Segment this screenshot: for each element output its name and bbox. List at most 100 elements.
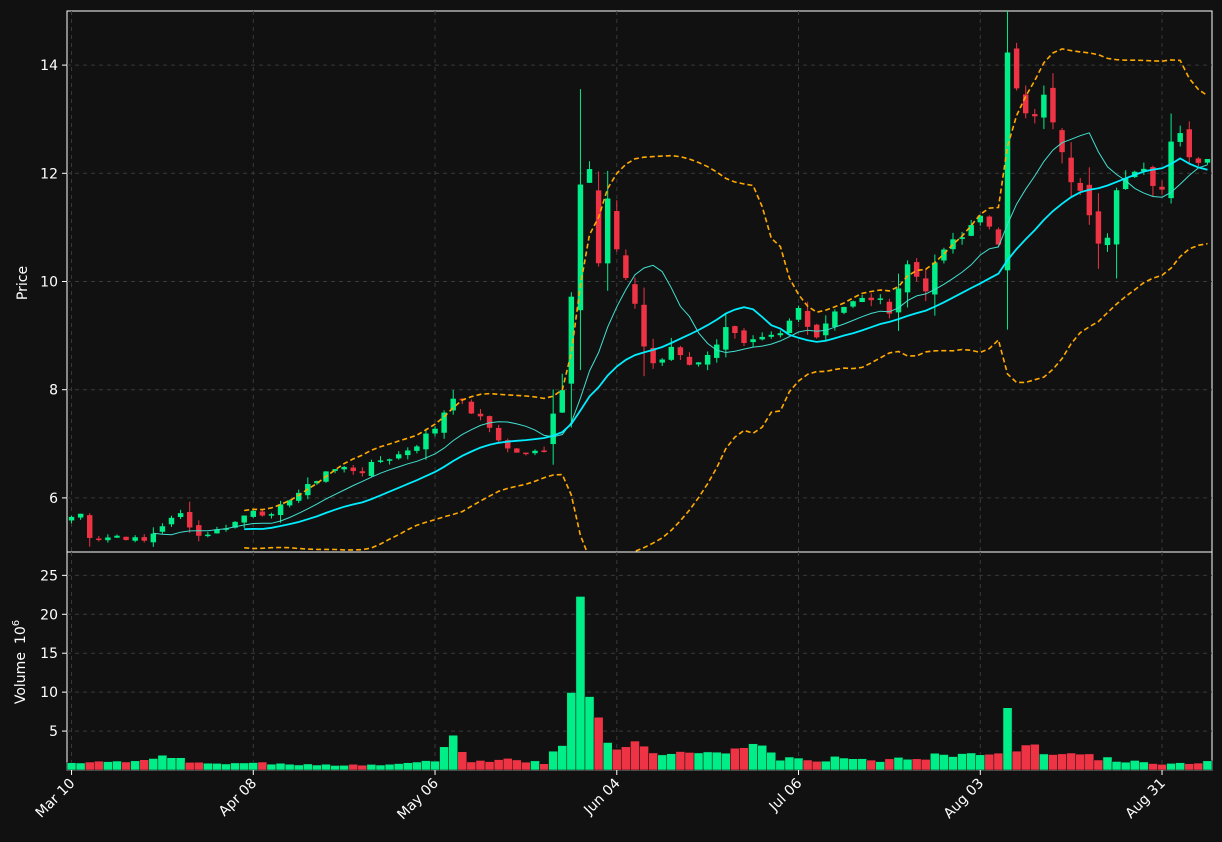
volume-bar — [648, 752, 658, 771]
candle-body — [595, 190, 602, 264]
volume-bar — [448, 734, 459, 771]
volume-bar — [348, 764, 359, 771]
volume-bar — [611, 749, 622, 771]
volume-bar — [84, 761, 95, 771]
volume-bar — [512, 759, 522, 771]
volume-bar — [384, 764, 395, 771]
candle-body — [1186, 129, 1193, 158]
candle-body — [641, 304, 647, 347]
volume-bar — [1048, 754, 1058, 771]
volume-bar — [739, 747, 749, 771]
candle-body — [68, 516, 75, 521]
volume-bar — [1102, 756, 1113, 771]
volume-bar — [1193, 762, 1204, 771]
candle-body — [523, 452, 529, 455]
volume-bar — [839, 757, 849, 771]
volume-bar — [621, 746, 631, 771]
volume-bar — [584, 696, 595, 771]
volume-bar — [402, 762, 413, 771]
lower-band-line — [244, 242, 1208, 552]
candle-body — [341, 466, 347, 470]
candle-body — [950, 239, 956, 250]
price-tick-label: 6 — [49, 491, 58, 507]
volume-bar — [275, 763, 286, 771]
candle-body — [123, 536, 129, 540]
candle-body — [1095, 211, 1102, 244]
volume-bar — [548, 750, 558, 771]
volume-bar — [357, 764, 368, 771]
candle-body — [986, 216, 993, 227]
volume-unit-base: 10 — [13, 626, 29, 644]
volume-bar — [702, 751, 713, 771]
price-panel: 6 8 10 12 14 Price — [15, 10, 1213, 553]
volume-bar — [1139, 761, 1149, 771]
candle-body — [632, 284, 638, 304]
volume-bar — [539, 763, 549, 771]
volume-bar — [484, 761, 495, 771]
volume-tick-label: 20 — [40, 607, 58, 623]
volume-bar — [1111, 761, 1122, 771]
x-tick-label: May 06 — [394, 775, 442, 823]
volume-bar — [793, 757, 804, 771]
volume-bar — [430, 760, 440, 771]
candle-body — [1041, 94, 1047, 118]
candle-body — [550, 413, 556, 445]
volume-tick-label: 15 — [40, 646, 58, 662]
volume-bar — [866, 759, 877, 771]
candle-body — [832, 311, 838, 327]
candle-body — [359, 471, 366, 474]
candle-body — [514, 448, 520, 453]
x-tick-label: Apr 08 — [216, 776, 260, 820]
volume-bar — [784, 756, 795, 771]
candle-body — [1032, 114, 1038, 117]
candle-body — [1068, 157, 1074, 183]
volume-bar — [693, 752, 704, 771]
candle-body — [350, 467, 356, 472]
candle-body — [532, 450, 538, 454]
candle-body — [1077, 182, 1083, 191]
volume-unit-power: 6 — [11, 620, 22, 626]
candle-body — [486, 416, 493, 428]
volume-bar — [948, 756, 958, 771]
volume-bar — [248, 762, 259, 771]
volume-bar — [830, 756, 840, 771]
candle-body — [132, 537, 138, 541]
candle-body — [1104, 237, 1111, 246]
volume-bar — [203, 762, 213, 771]
candle-body — [677, 347, 684, 356]
candle-body — [541, 450, 547, 452]
volume-bar — [684, 752, 695, 771]
volume-bar — [657, 754, 668, 771]
candle-body — [786, 320, 793, 334]
volume-bar — [566, 692, 577, 771]
candle-body — [105, 537, 111, 541]
volume-bar — [884, 758, 895, 771]
volume-bar — [466, 761, 477, 771]
price-axis-label: Price — [15, 266, 31, 300]
price-y-axis: 6 8 10 12 14 — [40, 58, 67, 507]
candle-body — [686, 356, 693, 365]
x-axis: Mar 10 Apr 08 May 06 Jun 04 Jul 06 Aug 03 Aug … — [33, 770, 1169, 823]
candle-body — [795, 307, 802, 320]
volume-bar — [148, 758, 159, 771]
candle-body — [405, 450, 411, 456]
volume-bar — [266, 763, 277, 771]
volume-bar — [530, 760, 540, 771]
x-tick-label: Mar 10 — [33, 776, 79, 822]
volume-bar — [775, 759, 786, 771]
candle-body — [268, 514, 275, 516]
volume-bar — [330, 765, 340, 771]
candle-body — [150, 533, 157, 543]
volume-bar — [820, 760, 831, 771]
candle-body — [1013, 48, 1020, 89]
chart-canvas: 68101214 Price 510152025 Volume106 Mar 1… — [11, 10, 1213, 823]
volume-bar — [1011, 750, 1022, 771]
volume-bar — [848, 758, 858, 771]
volume-bar — [639, 745, 649, 771]
volume-bar — [675, 751, 686, 771]
volume-bar — [1129, 760, 1140, 771]
candle-body — [477, 413, 484, 417]
volume-bar — [157, 754, 168, 771]
candle-body — [732, 326, 738, 334]
candle-body — [386, 459, 393, 461]
